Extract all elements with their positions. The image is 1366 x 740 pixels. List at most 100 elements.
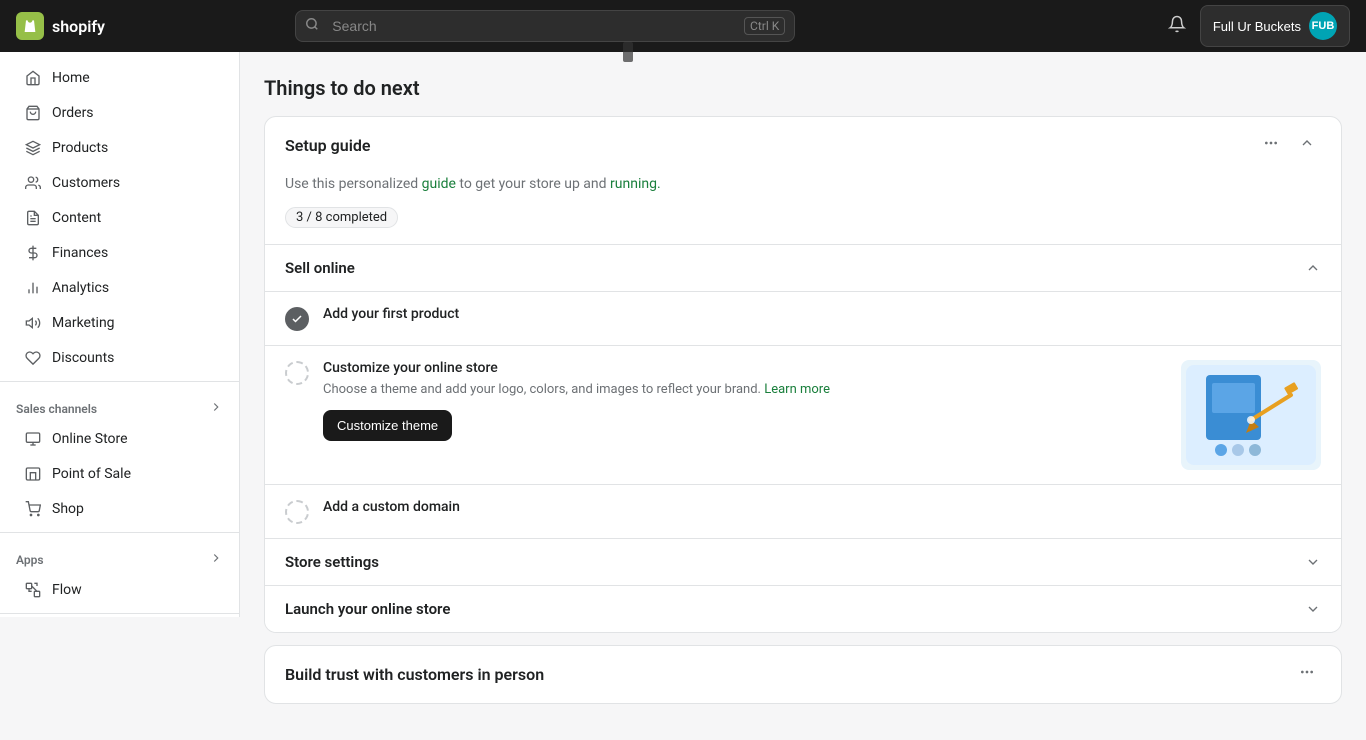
search-input[interactable]: [295, 10, 795, 42]
sidebar-item-marketing[interactable]: Marketing: [8, 306, 231, 340]
setup-guide-title: Setup guide: [285, 136, 370, 155]
build-trust-card: Build trust with customers in person: [264, 645, 1342, 704]
store-settings-title: Store settings: [285, 553, 379, 571]
search-bar: Ctrl K: [295, 10, 795, 42]
task-desc-customize: Choose a theme and add your logo, colors…: [323, 380, 1167, 400]
customize-theme-button[interactable]: Customize theme: [323, 410, 452, 441]
expand-apps-icon[interactable]: [209, 551, 223, 568]
sidebar-item-label: Home: [52, 70, 90, 86]
task-title-add-product: Add your first product: [323, 306, 1321, 322]
top-navigation: shopify Ctrl K Full Ur Buckets FUB: [0, 0, 1366, 52]
task-check-domain: [285, 500, 309, 524]
sidebar-item-label: Products: [52, 140, 108, 156]
sidebar-item-discounts[interactable]: Discounts: [8, 341, 231, 375]
logo-text: shopify: [52, 17, 105, 36]
task-content-customize: Customize your online store Choose a the…: [323, 360, 1167, 441]
sidebar-item-label: Shop: [52, 501, 84, 517]
store-name: Full Ur Buckets: [1213, 19, 1301, 34]
sidebar-item-label: Content: [52, 210, 101, 226]
learn-more-link[interactable]: Learn more: [764, 382, 830, 397]
sidebar-item-label: Customers: [52, 175, 120, 191]
guide-link[interactable]: guide: [422, 176, 456, 192]
store-settings-chevron-icon: [1305, 554, 1321, 570]
shop-icon: [24, 500, 42, 518]
sidebar-item-label: Point of Sale: [52, 466, 131, 482]
setup-guide-header: Setup guide: [265, 117, 1341, 174]
sell-online-chevron-icon: [1305, 260, 1321, 276]
sidebar-divider-2: [0, 532, 239, 533]
sell-online-title: Sell online: [285, 259, 355, 277]
task-title-domain: Add a custom domain: [323, 499, 1321, 515]
online-store-icon: [24, 430, 42, 448]
sidebar-item-point-of-sale[interactable]: Point of Sale: [8, 457, 231, 491]
task-content-domain: Add a custom domain: [323, 499, 1321, 519]
sidebar-item-customers[interactable]: Customers: [8, 166, 231, 200]
store-button[interactable]: Full Ur Buckets FUB: [1200, 5, 1350, 47]
customers-icon: [24, 174, 42, 192]
build-trust-header: Build trust with customers in person: [265, 646, 1341, 703]
build-trust-title: Build trust with customers in person: [285, 665, 544, 684]
search-icon: [305, 17, 319, 35]
running-link[interactable]: running.: [610, 176, 661, 192]
sidebar-item-online-store[interactable]: Online Store: [8, 422, 231, 456]
sidebar-item-analytics[interactable]: Analytics: [8, 271, 231, 305]
task-customize-store[interactable]: Customize your online store Choose a the…: [265, 345, 1341, 484]
shopify-bag-icon: [16, 12, 44, 40]
notifications-button[interactable]: [1164, 11, 1190, 42]
sidebar: Home Orders Products Customers Content: [0, 52, 240, 617]
products-icon: [24, 139, 42, 157]
shopify-logo: shopify: [16, 12, 105, 40]
marketing-icon: [24, 314, 42, 332]
task-add-product[interactable]: Add your first product: [265, 291, 1341, 345]
sidebar-item-shop[interactable]: Shop: [8, 492, 231, 526]
sidebar-item-label: Orders: [52, 105, 94, 121]
setup-guide-card: Setup guide Use this personalized guide …: [264, 116, 1342, 633]
task-title-customize: Customize your online store: [323, 360, 1167, 376]
search-shortcut: Ctrl K: [744, 17, 785, 35]
finances-icon: [24, 244, 42, 262]
page-title: Things to do next: [264, 76, 1342, 100]
sidebar-item-finances[interactable]: Finances: [8, 236, 231, 270]
analytics-icon: [24, 279, 42, 297]
sidebar-item-products[interactable]: Products: [8, 131, 231, 165]
launch-section-header[interactable]: Launch your online store: [265, 585, 1341, 632]
setup-guide-description: Use this personalized guide to get your …: [265, 174, 1341, 207]
task-custom-domain[interactable]: Add a custom domain: [265, 484, 1341, 538]
sidebar-item-label: Analytics: [52, 280, 109, 296]
progress-badge: 3 / 8 completed: [285, 207, 398, 228]
sidebar-divider-3: [0, 613, 239, 614]
sidebar-item-label: Marketing: [52, 315, 115, 331]
store-settings-section-header[interactable]: Store settings: [265, 538, 1341, 585]
sidebar-item-label: Flow: [52, 582, 82, 598]
build-trust-more-button[interactable]: [1293, 662, 1321, 687]
task-check-customize: [285, 361, 309, 385]
sidebar-item-label: Online Store: [52, 431, 128, 447]
expand-sales-channels-icon[interactable]: [209, 400, 223, 417]
launch-chevron-icon: [1305, 601, 1321, 617]
pos-icon: [24, 465, 42, 483]
setup-guide-more-button[interactable]: [1257, 133, 1285, 158]
sell-online-section-header[interactable]: Sell online: [265, 244, 1341, 291]
launch-title: Launch your online store: [285, 600, 450, 618]
sidebar-item-home[interactable]: Home: [8, 61, 231, 95]
flow-icon: [24, 581, 42, 599]
discounts-icon: [24, 349, 42, 367]
main-content: Things to do next Setup guide Use this p…: [240, 52, 1366, 740]
task-check-completed: [285, 307, 309, 331]
sidebar-item-label: Discounts: [52, 350, 114, 366]
sidebar-item-content[interactable]: Content: [8, 201, 231, 235]
build-trust-actions: [1293, 662, 1321, 687]
content-icon: [24, 209, 42, 227]
orders-icon: [24, 104, 42, 122]
sidebar-item-label: Finances: [52, 245, 108, 261]
page-layout: Home Orders Products Customers Content: [0, 52, 1366, 740]
avatar: FUB: [1309, 12, 1337, 40]
sidebar-item-flow[interactable]: Flow: [8, 573, 231, 607]
task-content-add-product: Add your first product: [323, 306, 1321, 326]
setup-guide-collapse-button[interactable]: [1293, 133, 1321, 158]
home-icon: [24, 69, 42, 87]
topnav-right: Full Ur Buckets FUB: [1164, 5, 1350, 47]
sales-channels-section: Sales channels: [0, 388, 239, 421]
setup-header-actions: [1257, 133, 1321, 158]
sidebar-item-orders[interactable]: Orders: [8, 96, 231, 130]
